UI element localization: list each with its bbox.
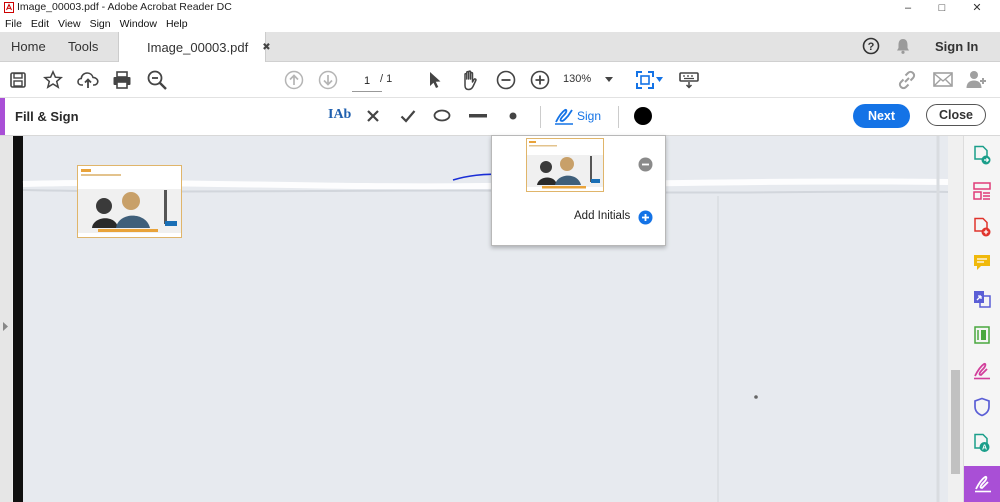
initials-preview-image[interactable] [526,138,604,192]
window-title: Image_00003.pdf - Adobe Acrobat Reader D… [17,1,232,13]
upload-cloud-icon[interactable] [76,68,100,92]
zoom-dropdown-icon[interactable] [605,77,613,82]
help-icon[interactable]: ? [862,37,880,55]
comment-icon[interactable] [971,252,993,274]
dot-icon[interactable] [509,112,517,120]
page-fit-dropdown-icon[interactable] [656,77,663,82]
sign-in-button[interactable]: Sign In [935,32,978,61]
export-pdf-icon[interactable] [971,144,993,166]
divider [618,106,619,128]
svg-text:A: A [982,445,987,452]
close-button[interactable]: Close [926,104,986,126]
save-icon[interactable] [6,68,30,92]
close-window-button[interactable]: ✕ [960,0,994,15]
initials-popup [491,135,666,246]
close-tab-icon[interactable]: ✖ [262,42,270,53]
fill-sign-accent [0,98,5,135]
request-signature-icon[interactable] [971,360,993,382]
next-button[interactable]: Next [853,104,910,128]
page-up-icon[interactable] [282,68,306,92]
acrobat-app-icon [4,2,14,13]
scrollbar-thumb[interactable] [951,370,960,474]
document-tab-label: Image_00003.pdf [147,39,249,55]
keyboard-icon[interactable] [677,68,701,92]
create-pdf-icon[interactable] [971,216,993,238]
add-initials-icon[interactable] [638,210,653,225]
page-fit-icon[interactable] [633,68,657,92]
color-swatch[interactable] [633,106,653,126]
placed-initials-image[interactable] [77,165,182,238]
protect-shield-icon[interactable] [971,396,993,418]
add-text-tool[interactable]: IAb [328,107,351,123]
menu-sign[interactable]: Sign [90,18,111,30]
page-total: / 1 [380,73,393,85]
title-bar: Image_00003.pdf - Adobe Acrobat Reader D… [0,0,1000,15]
expand-panel-icon[interactable] [3,322,8,331]
menu-help[interactable]: Help [166,18,188,30]
menu-file[interactable]: File [5,18,22,30]
minimize-button[interactable]: – [891,0,925,15]
combine-files-icon[interactable] [971,288,993,310]
bookmark-star-icon[interactable] [41,68,65,92]
fill-sign-tool-icon[interactable] [964,466,1000,502]
add-user-icon[interactable] [964,68,988,92]
menu-edit[interactable]: Edit [31,18,49,30]
right-tools-panel: A [963,136,1000,502]
link-icon[interactable] [895,68,919,92]
left-panel-strip [0,136,12,502]
remove-initials-icon[interactable] [638,157,653,172]
main-toolbar: / 1 130% [0,62,1000,98]
menu-bar: File Edit View Sign Window Help [0,15,1000,32]
bell-icon[interactable] [894,37,912,55]
zoom-level[interactable]: 130% [563,73,603,85]
ellipse-icon[interactable] [433,109,451,122]
add-initials-label[interactable]: Add Initials [574,210,630,222]
mail-icon[interactable] [931,68,955,92]
fill-sign-toolbar: Fill & Sign IAb Sign Next Close [0,98,1000,136]
tab-home[interactable]: Home [11,32,46,61]
enhance-scans-icon[interactable]: A [971,432,993,454]
svg-text:?: ? [868,41,875,53]
select-cursor-icon[interactable] [423,68,447,92]
zoom-out-icon[interactable] [494,68,518,92]
page-down-icon[interactable] [316,68,340,92]
fill-sign-title: Fill & Sign [15,109,79,124]
tab-document[interactable]: Image_00003.pdf ✖ [118,32,271,62]
hand-icon[interactable] [458,68,482,92]
tab-bar: Home Tools Image_00003.pdf ✖ ? Sign In [0,32,1000,62]
menu-view[interactable]: View [58,18,81,30]
print-icon[interactable] [110,68,134,92]
pdf-page[interactable] [13,136,948,502]
edit-pdf-icon[interactable] [971,324,993,346]
check-mark-icon[interactable] [400,109,416,123]
zoom-search-icon[interactable] [145,68,169,92]
line-icon[interactable] [469,114,487,118]
organize-pages-icon[interactable] [971,180,993,202]
cross-mark-icon[interactable] [366,109,380,123]
zoom-in-icon[interactable] [528,68,552,92]
tab-tools[interactable]: Tools [68,32,98,61]
menu-window[interactable]: Window [120,18,157,30]
maximize-button[interactable]: □ [925,0,959,15]
page-number-input[interactable] [352,71,382,92]
divider [540,106,541,128]
sign-pen-icon[interactable] [554,107,574,125]
sign-label[interactable]: Sign [577,109,601,123]
